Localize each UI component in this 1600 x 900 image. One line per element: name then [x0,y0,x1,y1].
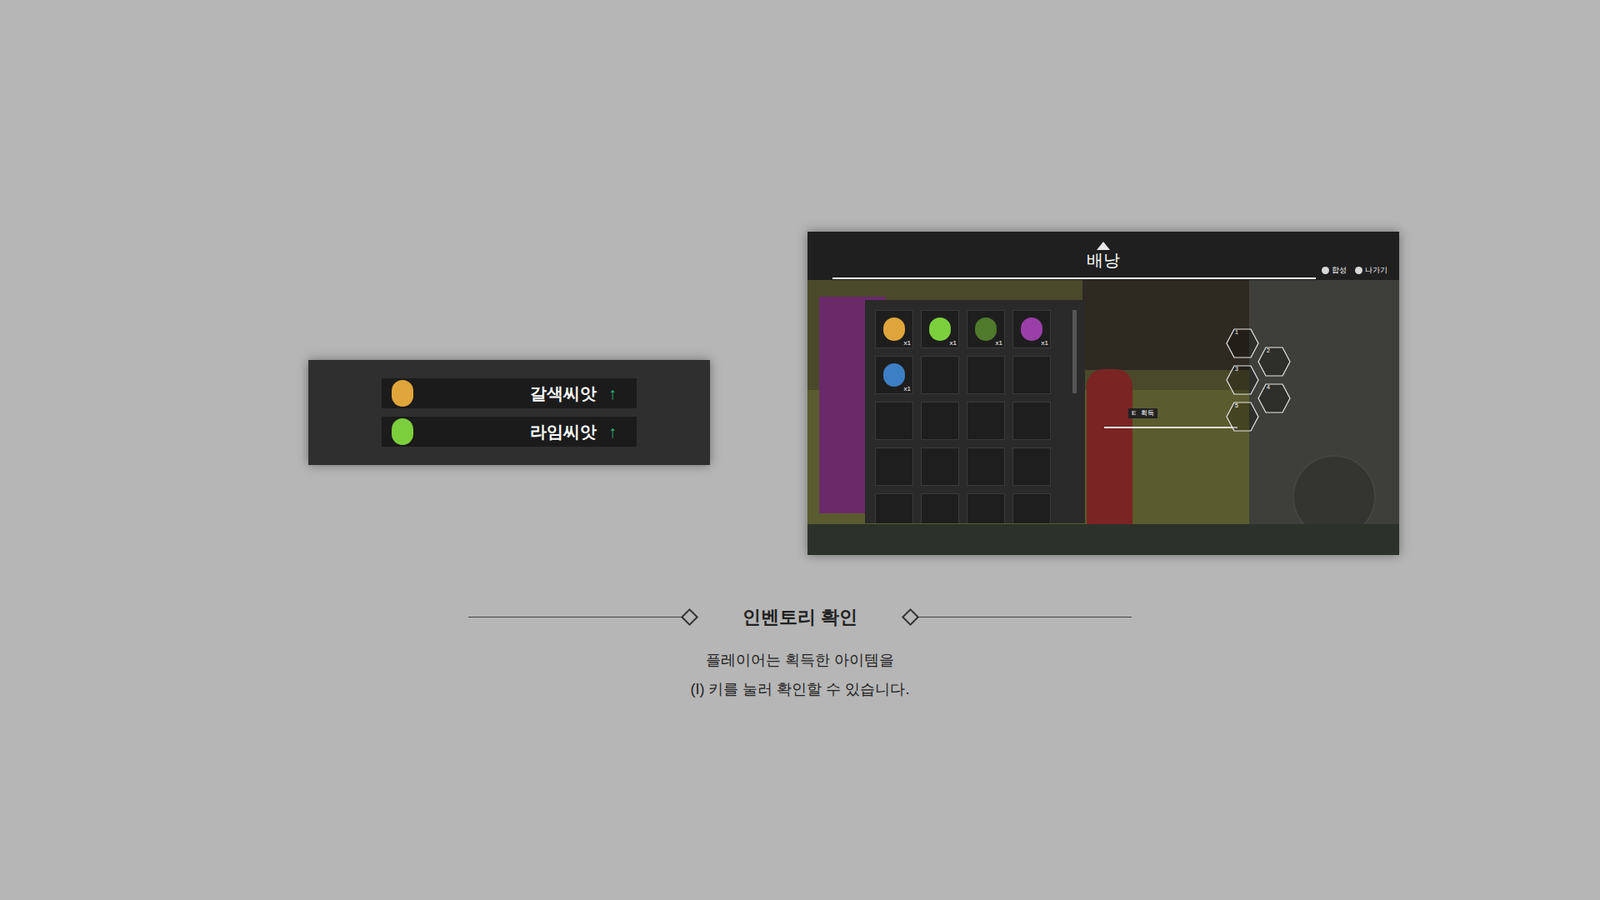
item-icon [1020,317,1043,341]
inventory-slot[interactable]: x1 [875,355,914,395]
item-count: x1 [1041,340,1049,347]
game-screen: 배낭합성 나가기 x1 x1 x1 x1 x1 E 획득 1 2 3 4 5 [807,231,1400,555]
description: 플레이어는 획득한 아이템을 (I) 키를 눌러 확인할 수 있습니다. [0,649,1600,701]
scene-character [1086,369,1133,528]
item-name: 라임씨앗 [530,419,597,445]
item-icon [929,317,951,341]
quickslot[interactable]: 2 [1257,346,1291,377]
inventory-slot[interactable]: x1 [1012,310,1051,349]
inventory-slot[interactable] [1012,493,1051,524]
inventory-slot[interactable] [966,493,1005,524]
hint-label: 합성 [1331,265,1347,277]
quickslot-number: 5 [1235,402,1239,409]
description-line: (I) 키를 눌러 확인할 수 있습니다. [690,678,910,701]
scrollbar[interactable] [1072,310,1077,394]
inventory-slot[interactable] [920,401,960,440]
logo-icon [1096,241,1110,250]
screens-row: 갈색씨앗 ↑ 라임씨앗 ↑ 배낭합성 나가기 x1 x1 x1 x1 x1 E 획득 1 2 3 4 5 [308,231,1600,555]
prompt-line [1104,426,1238,429]
item-count: x1 [904,385,911,393]
pickup-row: 라임씨앗 ↑ [381,416,637,447]
inventory-slot[interactable] [966,355,1005,395]
description-line: 플레이어는 획득한 아이템을 [705,649,895,672]
key-icon [1321,266,1330,275]
inventory-grid: x1 x1 x1 x1 x1 [875,310,1085,524]
inventory-slot[interactable]: x1 [875,310,914,349]
diamond-icon [901,608,920,626]
inventory-slot[interactable] [920,447,960,486]
diamond-icon [680,608,699,626]
hint[interactable]: 합성 [1321,265,1347,277]
quickslot[interactable]: 5 [1225,401,1260,432]
item-icon [883,317,905,341]
hexagon-icon [1225,365,1260,395]
inventory-header: 배낭합성 나가기 [807,231,1400,280]
inventory-slot[interactable] [875,493,914,524]
inventory-panel: x1 x1 x1 x1 x1 [865,300,1085,524]
item-count: x1 [950,340,957,347]
key-icon [1355,266,1363,275]
divider-line [468,616,684,618]
hexagon-icon [1225,401,1260,432]
item-count: x1 [995,340,1003,347]
quickslot[interactable]: 1 [1225,328,1260,359]
up-arrow: ↑ [608,380,617,406]
section-title-row: 인벤토리 확인 [0,603,1600,631]
hints: 합성 나가기 [1321,265,1388,277]
inventory-slot[interactable] [1012,355,1051,395]
inventory-slot[interactable]: x1 [920,310,960,349]
hint[interactable]: 나가기 [1355,265,1388,277]
quickslot-number: 3 [1235,365,1239,372]
hexagon-icon [1225,328,1260,359]
pickup-row: 갈색씨앗 ↑ [381,378,637,409]
prompt-key: E [1131,408,1136,419]
inventory-slot[interactable] [875,401,914,440]
header-line [832,277,1316,280]
inventory-title: 배낭 [1086,250,1120,271]
inventory-slot[interactable] [1012,401,1051,440]
seed-icon [391,418,414,445]
item-icon [883,363,905,387]
inventory-slot[interactable] [920,355,960,395]
seed-icon [391,380,414,407]
inventory-slot[interactable] [966,447,1005,486]
hexagon-icon [1257,346,1291,377]
hint-label: 나가기 [1365,265,1388,277]
inventory-slot[interactable] [1012,447,1051,486]
divider-line [916,616,1132,618]
prompt-label: 획득 [1140,408,1155,419]
slide: 갈색씨앗 ↑ 라임씨앗 ↑ 배낭합성 나가기 x1 x1 x1 x1 x1 E 획득 1 2 3 4 5 인벤토리 … [0,0,1600,900]
pickup-prompt: E 획득 [1128,408,1158,419]
pickup-panel: 갈색씨앗 ↑ 라임씨앗 ↑ [308,360,710,465]
hexagon-icon [1257,383,1291,414]
quickslot-number: 4 [1266,384,1270,390]
quickslot[interactable]: 4 [1257,383,1291,414]
quickslot[interactable]: 3 [1225,365,1260,395]
item-count: x1 [904,340,911,347]
inventory-slot[interactable] [875,447,914,486]
section-title: 인벤토리 확인 [742,603,858,631]
bottom-bar [807,524,1400,555]
quickslot-number: 1 [1235,329,1239,335]
quickslot-number: 2 [1266,347,1270,354]
item-name: 갈색씨앗 [530,380,597,406]
inventory-slot[interactable] [966,401,1005,440]
inventory-slot[interactable] [920,493,960,524]
inventory-slot[interactable]: x1 [966,310,1005,349]
up-arrow: ↑ [608,419,617,445]
item-icon [975,317,997,341]
